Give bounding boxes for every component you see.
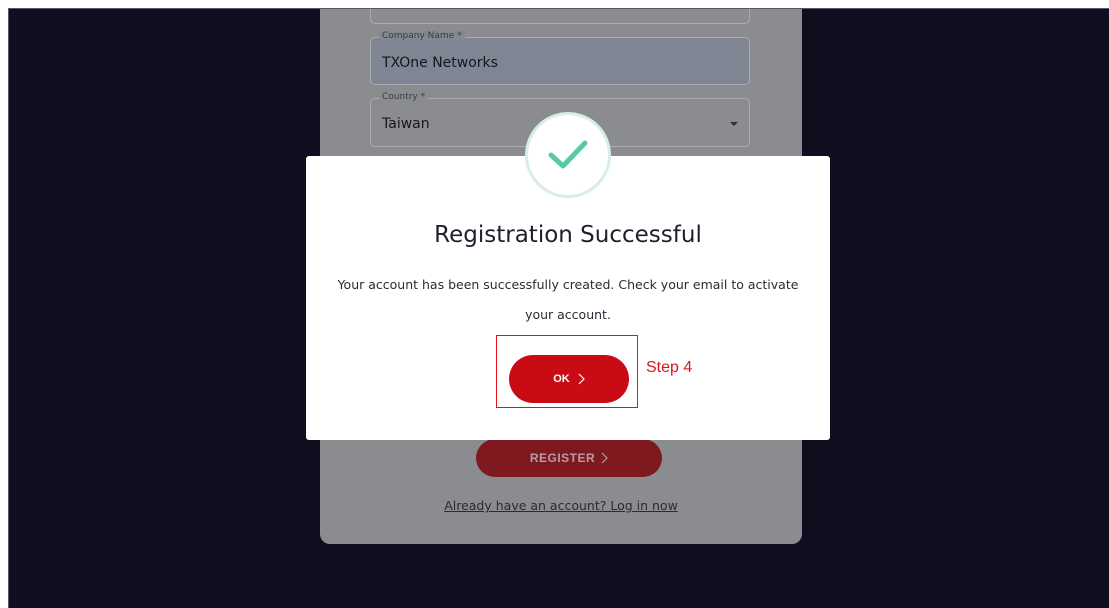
app-viewport: Company Name * TXOne Networks Country * … xyxy=(8,8,1109,608)
dialog-message: Your account has been successfully creat… xyxy=(337,277,799,322)
previous-field[interactable] xyxy=(370,9,750,24)
chevron-right-icon xyxy=(601,452,609,464)
company-name-label: Company Name * xyxy=(379,31,465,41)
country-label: Country * xyxy=(379,92,429,102)
login-link[interactable]: Already have an account? Log in now xyxy=(320,498,802,513)
company-name-value: TXOne Networks xyxy=(382,55,498,71)
success-badge xyxy=(525,112,611,198)
register-button-label: REGISTER xyxy=(529,451,596,465)
country-value: Taiwan xyxy=(382,116,430,132)
step-label: Step 4 xyxy=(646,359,693,376)
dropdown-caret-icon xyxy=(730,122,738,126)
dialog-title: Registration Successful xyxy=(434,222,702,248)
company-name-field[interactable]: Company Name * TXOne Networks xyxy=(370,31,750,85)
step-highlight-box xyxy=(496,335,638,408)
checkmark-icon xyxy=(548,140,588,169)
register-button[interactable]: REGISTER xyxy=(476,439,662,477)
